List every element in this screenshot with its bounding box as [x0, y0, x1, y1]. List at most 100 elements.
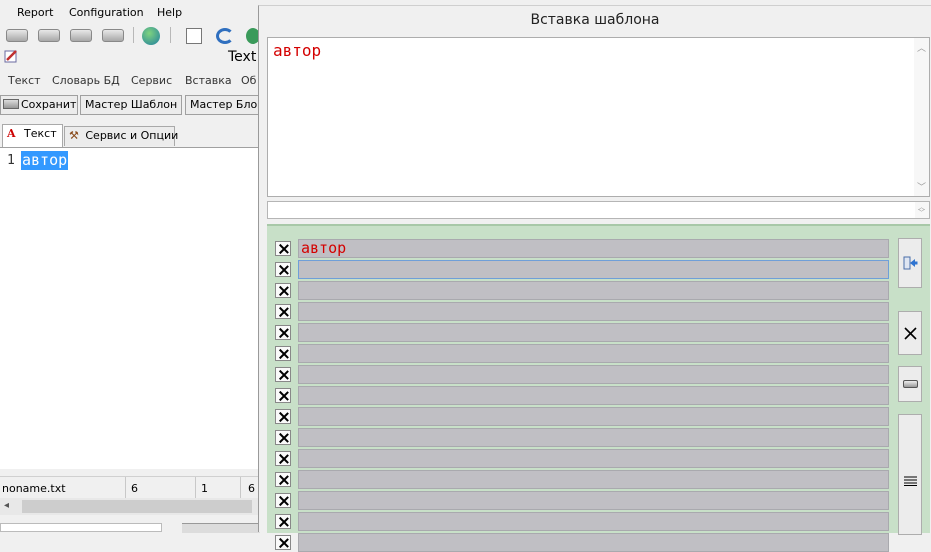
insert-icon [903, 256, 918, 270]
save-icon [3, 99, 19, 109]
template-list-panel: автор [267, 224, 930, 552]
menu-help[interactable]: Help [157, 6, 182, 19]
align-icon [904, 476, 917, 486]
drive-icon[interactable] [70, 29, 92, 42]
template-row-field[interactable] [298, 302, 889, 321]
scroll-down-icon[interactable]: ﹀ [917, 180, 926, 193]
text-window-titlebar: Text [0, 46, 260, 68]
drive-icon[interactable] [6, 29, 28, 42]
dialog-title: Вставка шаблона [530, 12, 660, 28]
delete-row-icon[interactable] [275, 388, 291, 403]
scroll-left-icon[interactable]: ◂ [4, 500, 9, 511]
menu-service[interactable]: Сервис [131, 74, 172, 87]
preview-text: автор [273, 41, 322, 60]
menu-text[interactable]: Текст [8, 74, 41, 87]
delete-row-icon[interactable] [275, 325, 291, 340]
insert-template-dialog: Вставка шаблона автор ︿ ﹀ ︿ ﹀ автор [258, 5, 931, 552]
text-window-buttons: Сохранить Мастер Шаблон {} Мастер БлокV [0, 94, 260, 116]
template-row-field[interactable] [298, 449, 889, 468]
keyboard-button[interactable] [898, 366, 922, 402]
block-wizard-button[interactable]: Мастер БлокV [185, 95, 260, 115]
horizontal-scrollbar[interactable]: ◂ [0, 498, 260, 515]
drive-icon[interactable] [38, 29, 60, 42]
menu-about[interactable]: Об [241, 74, 256, 87]
template-row-field[interactable] [298, 428, 889, 447]
status-value: 6 [131, 482, 138, 495]
template-row-field[interactable] [298, 512, 889, 531]
template-input[interactable]: ︿ ﹀ [267, 201, 930, 219]
input-spinner[interactable]: ︿ ﹀ [915, 202, 929, 218]
save-button-label: Сохранить [21, 98, 78, 111]
delete-row-icon[interactable] [275, 472, 291, 487]
menu-insert[interactable]: Вставка [185, 74, 232, 87]
status-filename: noname.txt [2, 482, 66, 495]
delete-row-icon[interactable] [275, 367, 291, 382]
printer-icon[interactable] [186, 28, 202, 44]
align-button[interactable] [898, 414, 922, 535]
status-value: 1 [201, 482, 208, 495]
globe-icon[interactable] [142, 27, 160, 45]
keyboard-icon [903, 380, 918, 388]
template-row-field[interactable]: автор [298, 239, 889, 258]
delete-row-icon[interactable] [275, 304, 291, 319]
preview-scrollbar[interactable]: ︿ ﹀ [914, 38, 929, 196]
scroll-thumb[interactable] [22, 500, 252, 513]
spin-down-icon[interactable]: ﹀ [918, 208, 925, 218]
status-divider [195, 477, 196, 499]
edit-icon [4, 50, 17, 63]
tab-text[interactable]: A Текст [2, 124, 63, 147]
tab-text-label: Текст [24, 127, 57, 140]
line-number: 1 [7, 153, 15, 168]
refresh-icon[interactable] [216, 28, 234, 44]
delete-row-icon[interactable] [275, 535, 291, 550]
template-row-field[interactable] [298, 533, 889, 552]
template-row-field[interactable] [298, 365, 889, 384]
template-row-field[interactable] [298, 491, 889, 510]
save-button[interactable]: Сохранить [0, 95, 78, 115]
template-row-field[interactable] [298, 260, 889, 279]
bottom-field [0, 523, 162, 532]
delete-row-icon[interactable] [275, 283, 291, 298]
delete-row-icon[interactable] [275, 346, 291, 361]
template-row-field[interactable] [298, 344, 889, 363]
template-preview[interactable]: автор ︿ ﹀ [267, 37, 930, 197]
main-menu-bar: Report Configuration Help [0, 0, 260, 24]
delete-row-icon[interactable] [275, 409, 291, 424]
template-row-field[interactable] [298, 407, 889, 426]
bottom-panel [0, 520, 260, 533]
template-row-field[interactable] [298, 281, 889, 300]
delete-row-icon[interactable] [275, 514, 291, 529]
text-window-menu: Текст Словарь БД Сервис Вставка Об [0, 71, 260, 91]
menu-configuration[interactable]: Configuration [69, 6, 144, 19]
delete-row-icon[interactable] [275, 241, 291, 256]
status-divider [240, 477, 241, 499]
menu-report[interactable]: Report [17, 6, 53, 19]
drive-icon[interactable] [102, 29, 124, 42]
status-value: 6 [248, 482, 255, 495]
delete-icon [904, 327, 917, 340]
letter-a-icon: A [7, 127, 16, 140]
tab-service-options[interactable]: ⚒ Сервис и Опции [64, 126, 179, 146]
text-window-title: Text [228, 49, 257, 65]
selected-text[interactable]: автор [21, 151, 69, 170]
toolbar-separator [170, 27, 171, 43]
toolbar-separator [133, 27, 134, 43]
text-editor[interactable]: 1 автор [0, 147, 258, 469]
delete-row-icon[interactable] [275, 493, 291, 508]
status-divider [125, 477, 126, 499]
template-row-field[interactable] [298, 386, 889, 405]
insert-button[interactable] [898, 238, 922, 288]
tab-service-options-label: Сервис и Опции [85, 129, 179, 142]
text-window-tabs: A Текст ⚒ Сервис и Опции [0, 124, 260, 147]
delete-row-icon[interactable] [275, 451, 291, 466]
template-row-field[interactable] [298, 470, 889, 489]
template-row-field[interactable] [298, 323, 889, 342]
delete-row-icon[interactable] [275, 430, 291, 445]
status-bar: noname.txt 6 1 6 [0, 476, 260, 499]
delete-button[interactable] [898, 311, 922, 355]
main-toolbar [0, 24, 260, 46]
delete-row-icon[interactable] [275, 262, 291, 277]
template-wizard-button[interactable]: Мастер Шаблон {} [80, 95, 182, 115]
menu-db-dictionary[interactable]: Словарь БД [52, 74, 120, 87]
scroll-up-icon[interactable]: ︿ [917, 41, 926, 54]
